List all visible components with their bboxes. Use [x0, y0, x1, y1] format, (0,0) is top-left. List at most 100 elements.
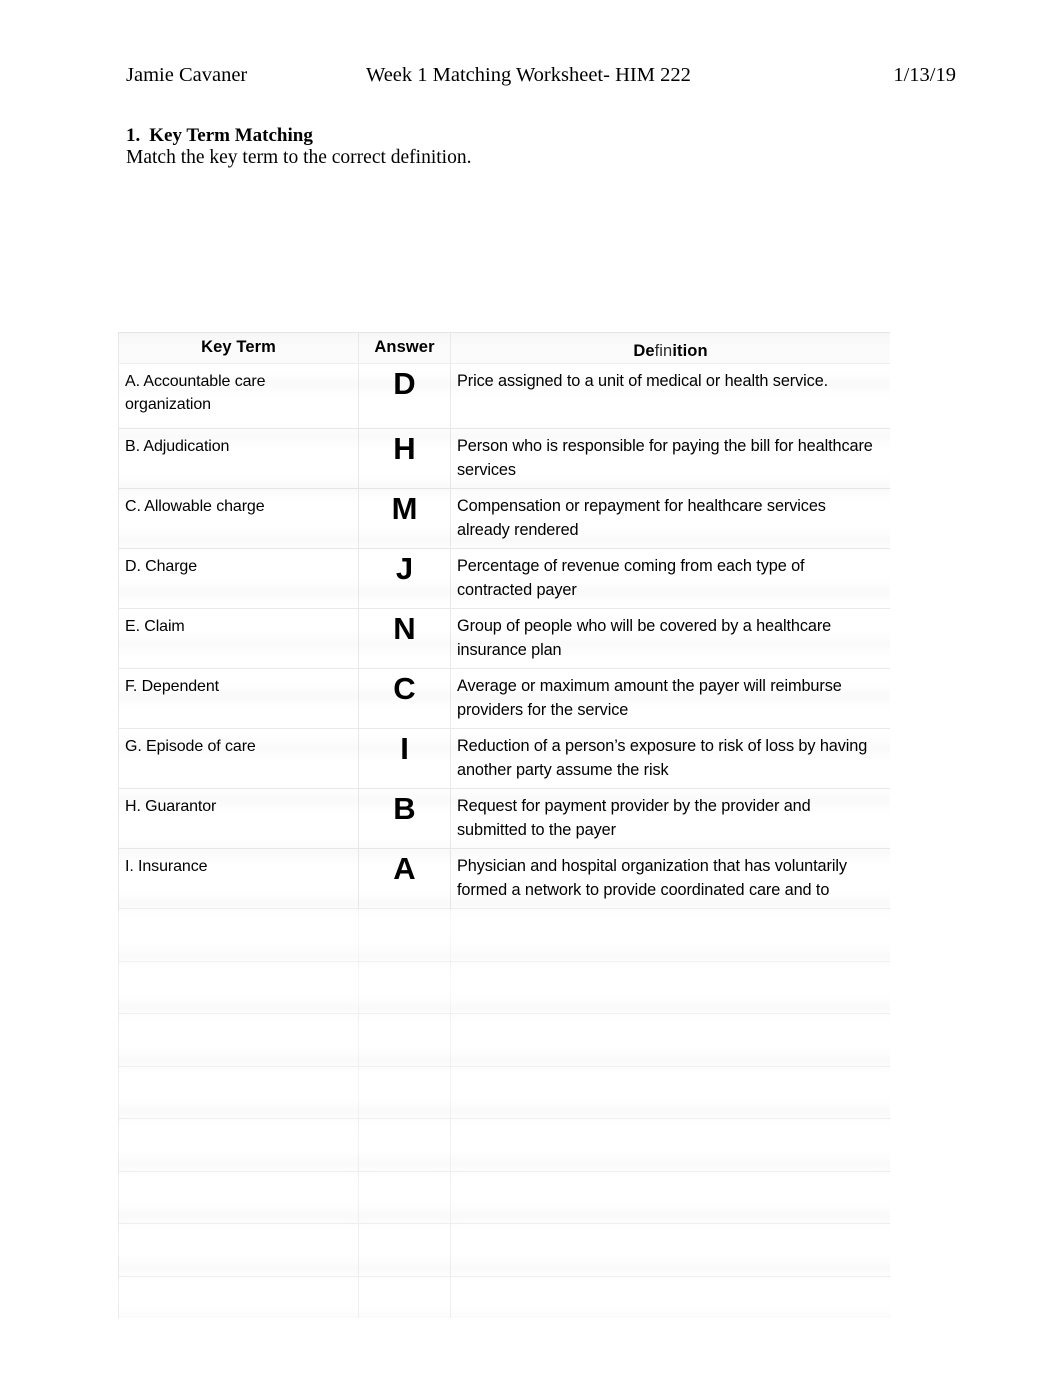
answer-letter[interactable] — [359, 1224, 450, 1227]
table-row — [118, 1171, 890, 1224]
key-term-text — [119, 1014, 358, 1026]
answer-letter[interactable]: I — [359, 729, 450, 765]
cell-definition — [450, 1118, 890, 1172]
key-term-text — [119, 909, 358, 921]
cell-answer[interactable] — [358, 961, 451, 1014]
cell-key-term: C. Allowable charge — [118, 488, 359, 549]
key-term-text — [119, 1172, 358, 1184]
header-date: 1/13/19 — [893, 64, 956, 86]
section-number: 1. — [126, 125, 141, 146]
table-row — [118, 1276, 890, 1318]
definition-text: Person who is responsible for paying the… — [457, 437, 873, 479]
section-heading-text: Key Term Matching — [149, 125, 313, 146]
definition-text — [451, 1067, 890, 1079]
cell-definition — [450, 908, 890, 962]
cell-key-term — [118, 1276, 359, 1318]
answer-letter[interactable]: D — [359, 364, 450, 400]
key-term-text: D. Charge — [125, 558, 198, 575]
cell-key-term — [118, 1013, 359, 1067]
cell-definition: Request for payment provider by the prov… — [450, 788, 890, 849]
definition-text: Group of people who will be covered by a… — [457, 617, 832, 659]
column-header-answer-label: Answer — [374, 338, 435, 356]
key-term-text: I. Insurance — [125, 858, 208, 875]
cell-key-term — [118, 961, 359, 1014]
cell-answer[interactable]: B — [358, 788, 451, 849]
cell-key-term: F. Dependent — [118, 668, 359, 729]
answer-letter[interactable] — [359, 1172, 450, 1175]
cell-definition: Price assigned to a unit of medical or h… — [450, 363, 890, 429]
cell-answer[interactable]: N — [358, 608, 451, 669]
cell-key-term — [118, 1066, 359, 1119]
answer-letter[interactable]: H — [359, 429, 450, 465]
definition-text — [451, 1172, 890, 1184]
cell-definition — [450, 1276, 890, 1318]
cell-definition: Group of people who will be covered by a… — [450, 608, 890, 669]
answer-letter[interactable] — [359, 962, 450, 965]
answer-letter[interactable] — [359, 1067, 450, 1070]
key-term-text: A. Accountable care organization — [125, 373, 266, 413]
answer-letter[interactable]: A — [359, 849, 450, 885]
definition-text — [451, 962, 890, 974]
cell-answer[interactable]: D — [358, 363, 451, 429]
header-title: Week 1 Matching Worksheet- HIM 222 — [366, 64, 691, 86]
answer-letter[interactable]: C — [359, 669, 450, 705]
key-term-text — [119, 962, 358, 974]
key-term-text: H. Guarantor — [125, 798, 217, 815]
cell-answer[interactable]: I — [358, 728, 451, 789]
cell-key-term: B. Adjudication — [118, 428, 359, 489]
table-row: E. Claim N Group of people who will be cov… — [118, 608, 890, 669]
cell-answer[interactable] — [358, 908, 451, 962]
cell-key-term — [118, 908, 359, 962]
cell-answer[interactable] — [358, 1276, 451, 1318]
definition-text: Request for payment provider by the prov… — [457, 797, 811, 839]
cell-answer[interactable]: H — [358, 428, 451, 489]
cell-answer[interactable] — [358, 1066, 451, 1119]
table-row: G. Episode of care I Reduction of a person… — [118, 728, 890, 789]
answer-letter[interactable]: B — [359, 789, 450, 825]
column-header-key-term: Key Term — [118, 332, 359, 364]
answer-letter[interactable]: M — [359, 489, 450, 525]
cell-answer[interactable]: M — [358, 488, 451, 549]
key-term-text: E. Claim — [125, 618, 185, 635]
definition-text: Percentage of revenue coming from each t… — [457, 557, 805, 599]
cell-answer[interactable]: A — [358, 848, 451, 909]
key-term-text: F. Dependent — [125, 678, 219, 695]
definition-text — [451, 1277, 890, 1289]
cell-key-term — [118, 1118, 359, 1172]
cell-answer[interactable] — [358, 1223, 451, 1277]
cell-key-term: E. Claim — [118, 608, 359, 669]
answer-letter[interactable]: N — [359, 609, 450, 645]
answer-letter[interactable] — [359, 909, 450, 912]
key-term-text: B. Adjudication — [125, 438, 230, 455]
cell-answer[interactable] — [358, 1118, 451, 1172]
cell-answer[interactable] — [358, 1013, 451, 1067]
cell-definition: Physician and hospital organization that… — [450, 848, 890, 909]
cell-definition — [450, 1223, 890, 1277]
table-header-row: Key Term Answer Definition — [118, 332, 890, 364]
table-row: B. Adjudication H Person who is responsibl… — [118, 428, 890, 489]
answer-letter[interactable]: J — [359, 549, 450, 585]
answer-letter[interactable] — [359, 1119, 450, 1122]
cell-definition: Average or maximum amount the payer will… — [450, 668, 890, 729]
cell-answer[interactable] — [358, 1171, 451, 1224]
table-row: C. Allowable charge M Compensation or repa… — [118, 488, 890, 549]
column-header-definition-label: Definition — [451, 333, 890, 363]
answer-letter[interactable] — [359, 1277, 450, 1280]
key-term-text: G. Episode of care — [125, 738, 256, 755]
cell-answer[interactable]: C — [358, 668, 451, 729]
cell-key-term: I. Insurance — [118, 848, 359, 909]
key-term-text — [119, 1224, 358, 1236]
header-author: Jamie Cavaner — [126, 64, 248, 86]
cell-answer[interactable]: J — [358, 548, 451, 609]
key-term-text — [119, 1277, 358, 1289]
cell-key-term — [118, 1223, 359, 1277]
definition-text — [451, 1014, 890, 1026]
column-header-answer: Answer — [358, 332, 451, 364]
cell-key-term: A. Accountable care organization — [118, 363, 359, 429]
table-row: F. Dependent C Average or maximum amount t… — [118, 668, 890, 729]
definition-text — [451, 1224, 890, 1236]
key-term-text — [119, 1119, 358, 1131]
definition-head-part3: ition — [672, 342, 708, 360]
answer-letter[interactable] — [359, 1014, 450, 1017]
cell-key-term — [118, 1171, 359, 1224]
